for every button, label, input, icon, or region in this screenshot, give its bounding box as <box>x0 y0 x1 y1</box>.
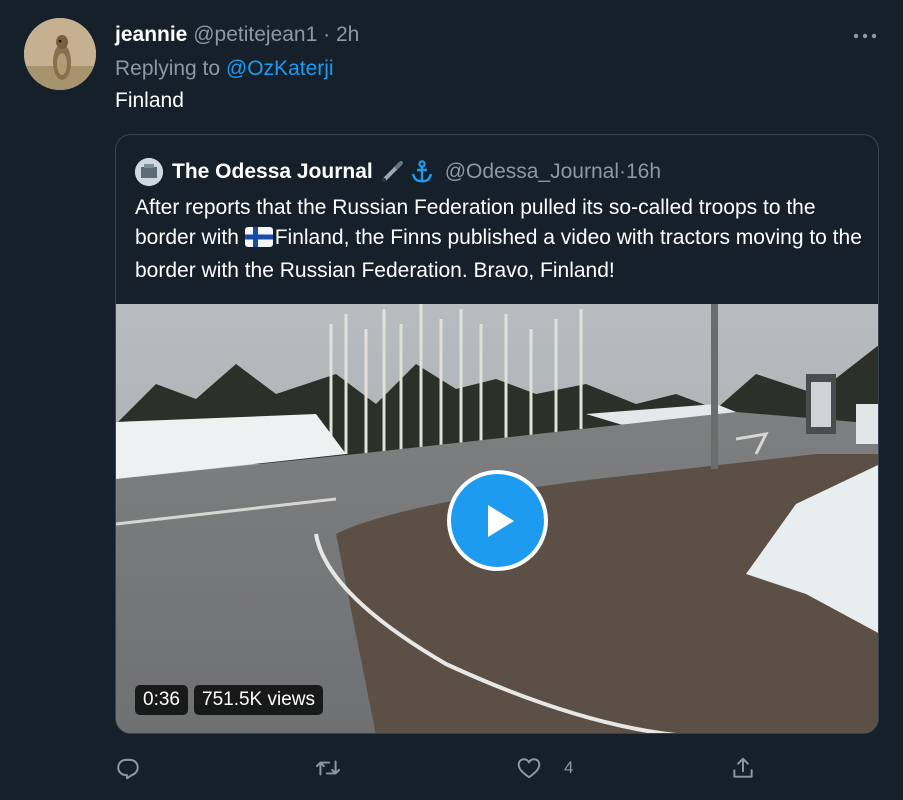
finland-flag-icon <box>244 226 273 256</box>
share-button[interactable] <box>730 752 756 784</box>
like-count: 4 <box>564 758 574 777</box>
heart-icon <box>517 758 541 779</box>
quoted-separator-dot: · <box>618 160 626 183</box>
reply-icon <box>117 758 139 780</box>
quoted-tweet-time: 16h <box>625 160 662 183</box>
tweet-time[interactable]: 2h <box>336 23 359 46</box>
author-handle[interactable]: @petitejean1 <box>193 23 317 46</box>
share-icon <box>733 757 753 778</box>
video-views: 751.5K views <box>194 685 324 715</box>
quoted-author-handle: @Odessa_Journal <box>444 160 619 183</box>
reply-button[interactable] <box>115 752 141 784</box>
separator-dot: · <box>323 23 331 46</box>
author-name[interactable]: jeannie <box>115 23 187 46</box>
quoted-tweet-header: The Odessa Journal @Odessa_Journal · 16h <box>135 158 661 186</box>
avatar[interactable] <box>24 18 96 90</box>
video-player[interactable]: 0:36 751.5K views <box>116 304 878 733</box>
tweet[interactable]: jeannie @petitejean1 · 2h Replying to @O… <box>0 0 903 800</box>
pen-emoji-icon <box>379 159 405 185</box>
tweet-header: jeannie @petitejean1 · 2h <box>115 22 359 48</box>
quoted-author-name: The Odessa Journal <box>172 160 373 183</box>
replying-prefix: Replying to <box>115 57 221 80</box>
quoted-avatar <box>135 158 163 186</box>
retweet-icon <box>315 760 341 776</box>
video-duration: 0:36 <box>135 685 188 715</box>
anchor-emoji-icon <box>409 159 435 185</box>
retweet-button[interactable] <box>315 752 341 784</box>
replying-to-mention[interactable]: @OzKaterji <box>226 57 334 80</box>
tweet-text: Finland <box>115 89 184 112</box>
more-dots-icon[interactable] <box>853 22 877 44</box>
quoted-tweet[interactable]: The Odessa Journal @Odessa_Journal · 16h <box>115 134 879 734</box>
play-icon <box>487 504 514 537</box>
quoted-tweet-text: After reports that the Russian Federatio… <box>135 193 865 286</box>
tweet-actions: 4 <box>115 752 879 784</box>
replying-to: Replying to @OzKaterji <box>115 57 334 81</box>
like-button[interactable]: 4 <box>516 752 573 784</box>
play-button[interactable] <box>447 470 548 571</box>
